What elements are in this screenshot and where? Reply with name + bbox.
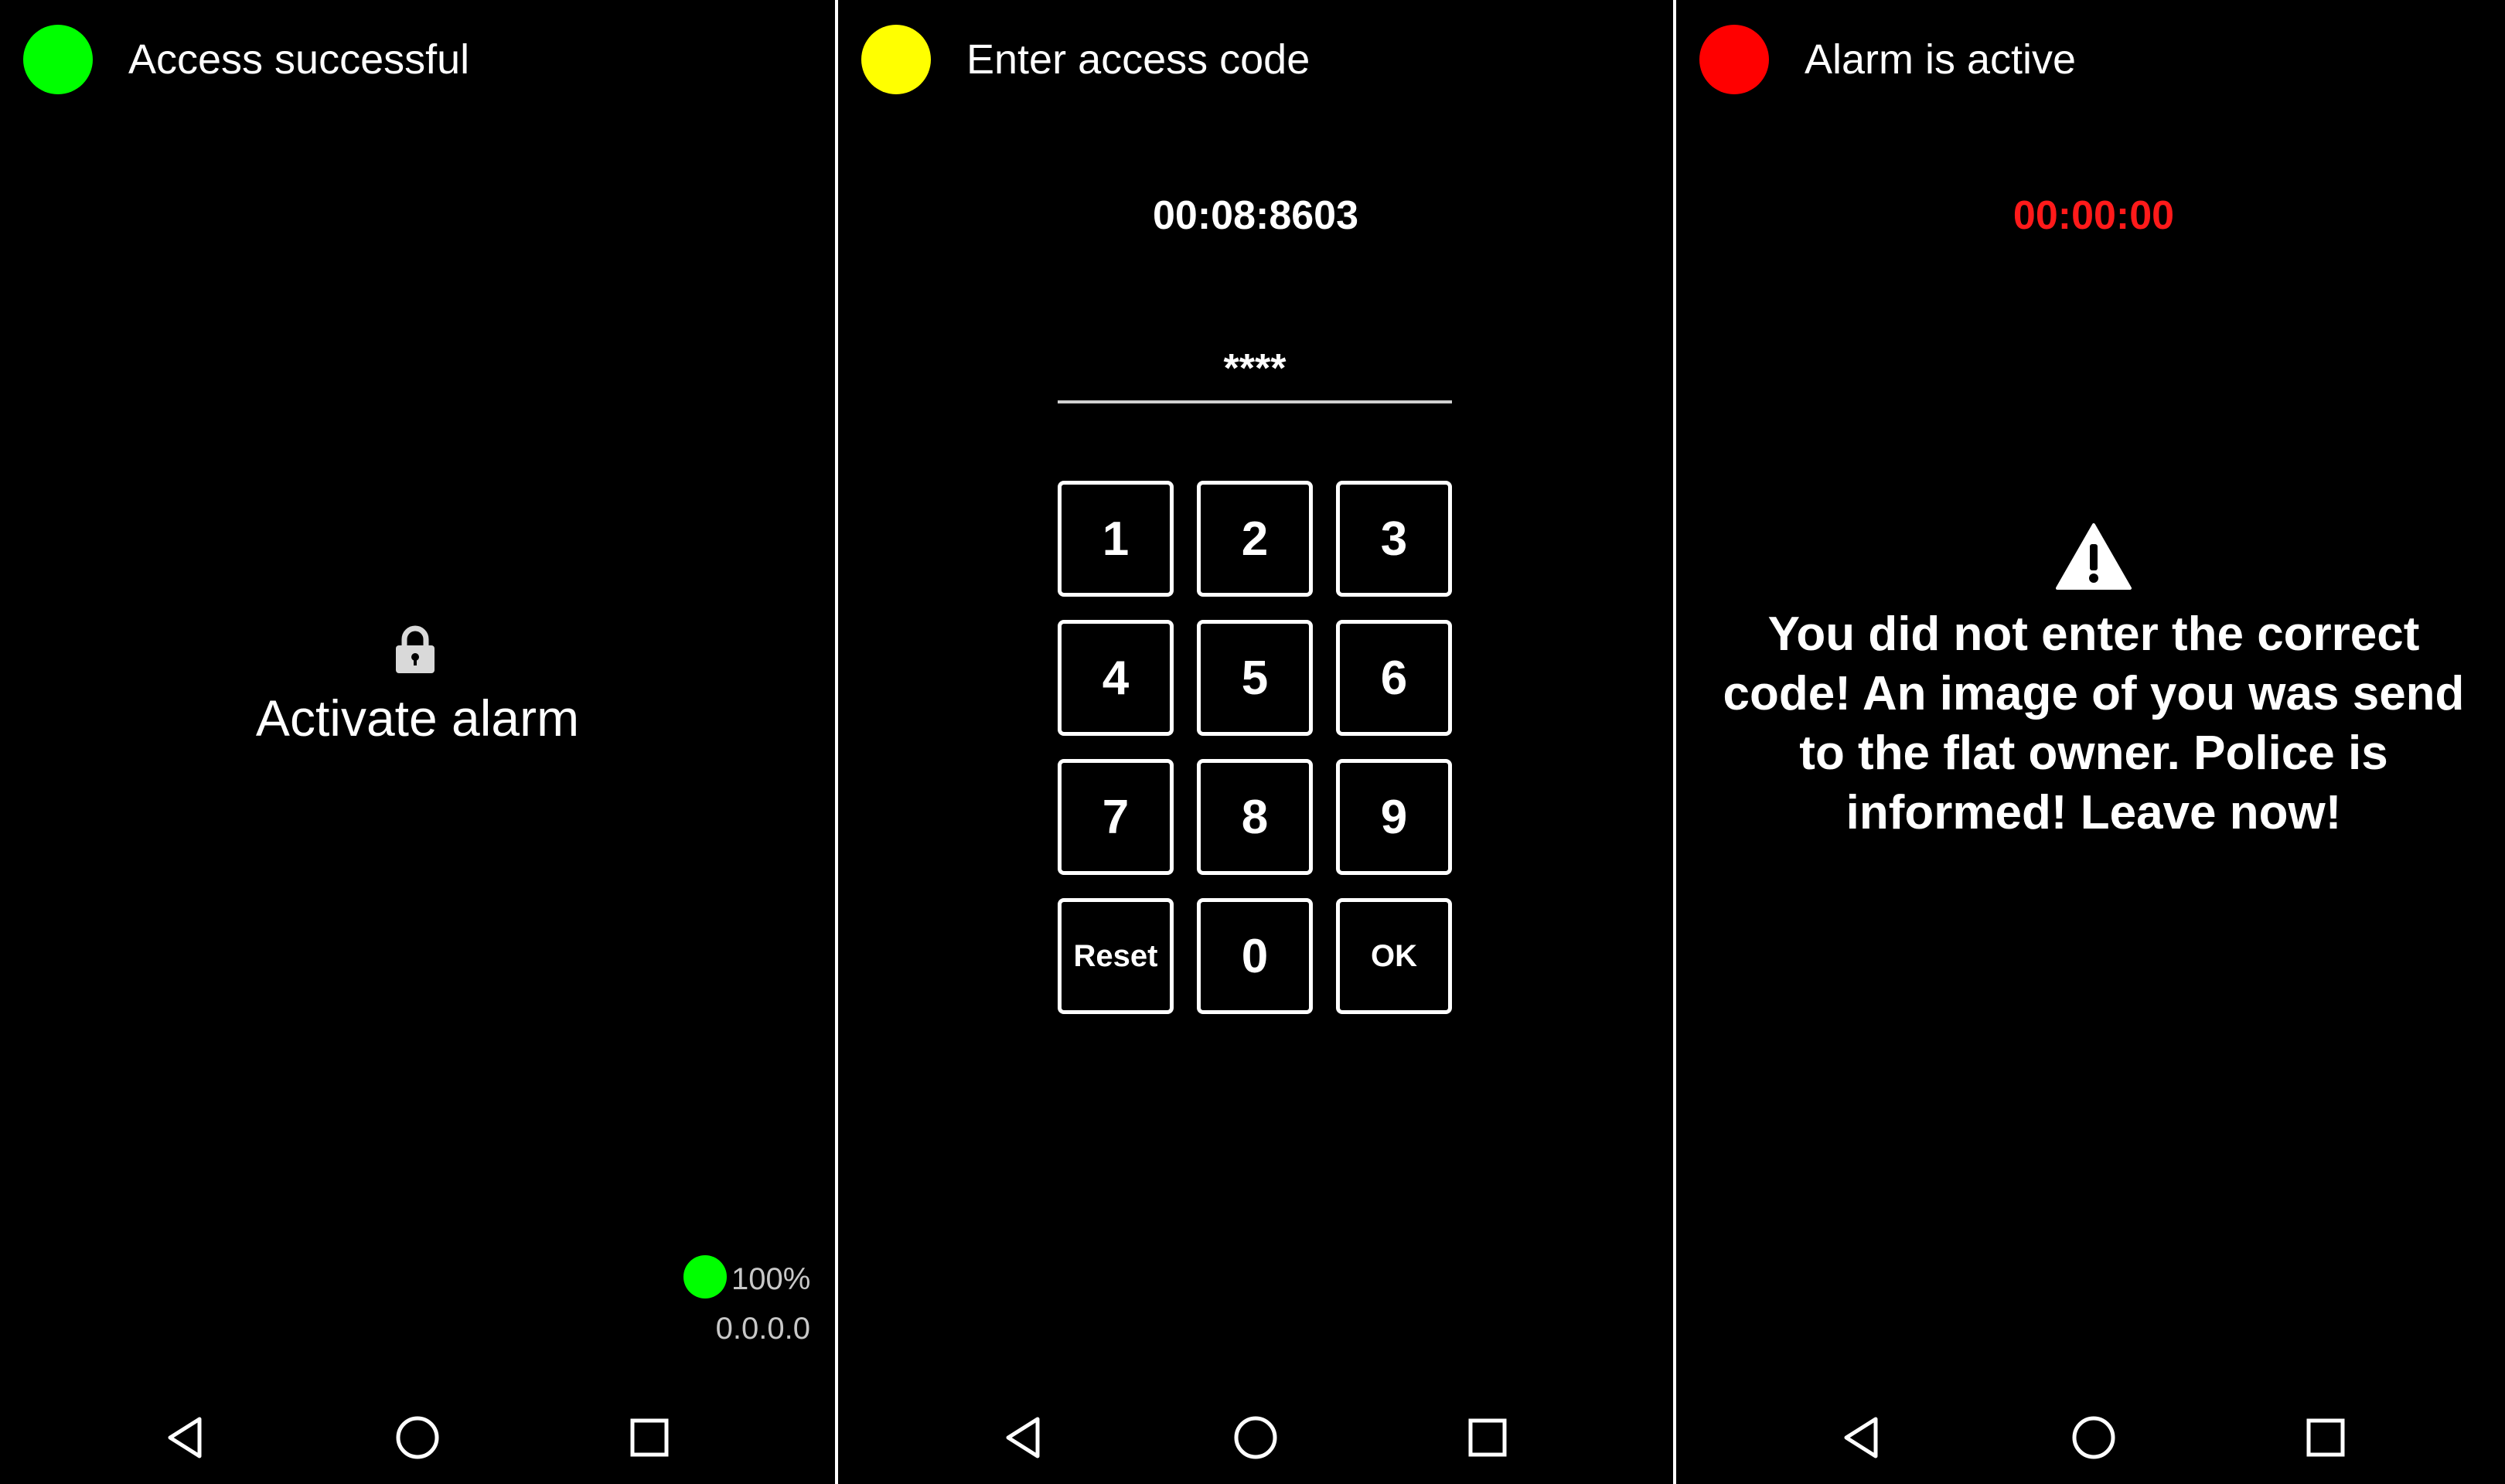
key-3[interactable]: 3 [1336, 481, 1452, 597]
key-6[interactable]: 6 [1336, 620, 1452, 736]
status-text: Access successful [128, 36, 470, 83]
recent-apps-icon[interactable] [603, 1391, 696, 1484]
key-7[interactable]: 7 [1058, 759, 1174, 875]
home-icon[interactable] [1209, 1391, 1302, 1484]
countdown-timer: 00:08:8603 [1153, 193, 1358, 238]
recent-apps-icon[interactable] [1441, 1391, 1534, 1484]
warning-icon [2055, 522, 2132, 591]
back-icon[interactable] [1815, 1391, 1908, 1484]
home-icon[interactable] [371, 1391, 464, 1484]
home-icon[interactable] [2047, 1391, 2140, 1484]
ok-button[interactable]: OK [1336, 898, 1452, 1014]
access-successful-screen: Access successful Activate alarm 100% 0.… [0, 0, 835, 1484]
activate-alarm-button[interactable]: Activate alarm [0, 686, 835, 750]
back-icon[interactable] [977, 1391, 1070, 1484]
recent-apps-icon[interactable] [2279, 1391, 2372, 1484]
key-9[interactable]: 9 [1336, 759, 1452, 875]
reset-button[interactable]: Reset [1058, 898, 1174, 1014]
enter-code-screen: Enter access code 00:08:8603 1 2 3 4 5 6… [838, 0, 1673, 1484]
alarm-active-screen: Alarm is active 00:00:00 You did not ent… [1676, 0, 2505, 1484]
key-2[interactable]: 2 [1197, 481, 1313, 597]
ip-address: 0.0.0.0 [715, 1312, 810, 1346]
countdown-timer: 00:00:00 [2013, 193, 2175, 238]
status-indicator-red [1699, 25, 1769, 94]
navigation-bar [838, 1391, 1673, 1484]
key-1[interactable]: 1 [1058, 481, 1174, 597]
lock-icon[interactable] [391, 625, 439, 674]
key-8[interactable]: 8 [1197, 759, 1313, 875]
alarm-message: You did not enter the correct code! An i… [1723, 608, 2465, 839]
back-icon[interactable] [139, 1391, 232, 1484]
key-4[interactable]: 4 [1058, 620, 1174, 736]
battery-percent: 100% [731, 1262, 811, 1296]
access-code-field[interactable] [1058, 337, 1452, 403]
navigation-bar [1676, 1391, 2505, 1484]
key-0[interactable]: 0 [1197, 898, 1313, 1014]
battery-indicator [683, 1255, 727, 1298]
status-text: Enter access code [966, 36, 1310, 83]
keypad: 1 2 3 4 5 6 7 8 9 Reset 0 OK [1058, 481, 1454, 1016]
status-indicator-yellow [861, 25, 931, 94]
key-5[interactable]: 5 [1197, 620, 1313, 736]
navigation-bar [0, 1391, 835, 1484]
status-text: Alarm is active [1805, 36, 2077, 83]
status-indicator-green [23, 25, 93, 94]
